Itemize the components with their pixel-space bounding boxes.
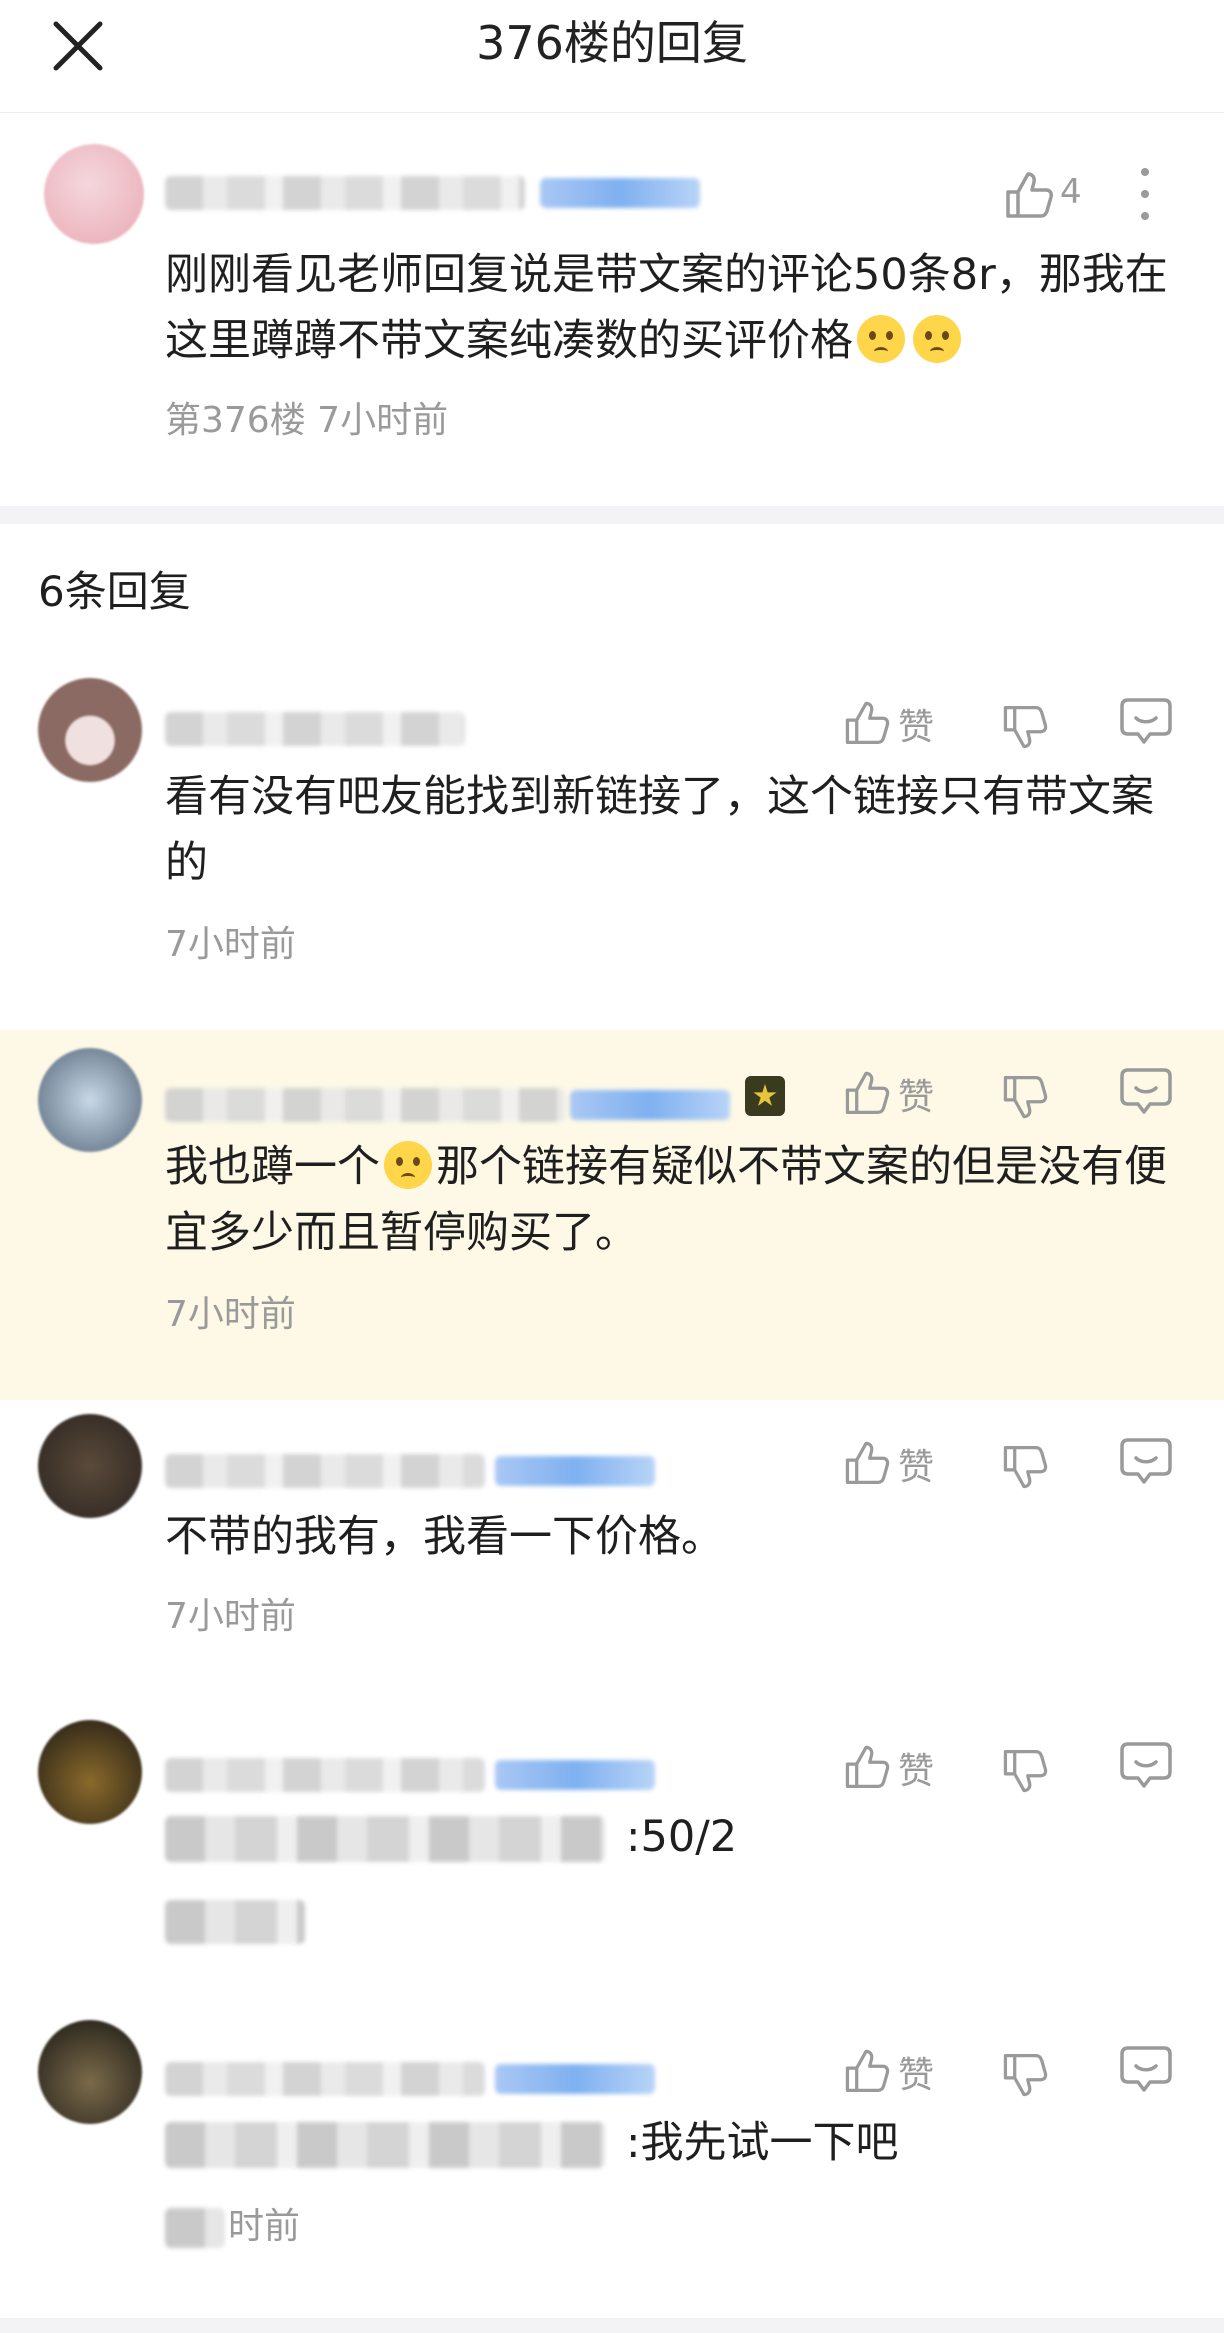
- avatar[interactable]: [38, 2020, 142, 2124]
- comment-reply-icon[interactable]: [1118, 1740, 1174, 1792]
- comment-reply-icon[interactable]: [1118, 1066, 1174, 1118]
- username-blurred[interactable]: [165, 2062, 485, 2096]
- reply-item-highlighted: 赞 我也蹲一个 那个链接有疑似不带文案的但是没有便宜多少而且暂停购买了。 7小时前: [0, 1030, 1224, 1400]
- comment-reply-icon[interactable]: [1118, 2044, 1174, 2096]
- reply-text: :50/2: [626, 1812, 738, 1862]
- top-bar: 376楼的回复: [0, 0, 1224, 113]
- thumbs-up-icon[interactable]: [840, 1436, 892, 1488]
- username-blurred[interactable]: [165, 176, 525, 210]
- like-count: 4: [1060, 172, 1082, 212]
- thumbs-down-icon[interactable]: [998, 1746, 1050, 1798]
- username-blurred[interactable]: [165, 1088, 565, 1122]
- main-comment-text: 刚刚看见老师回复说是带文案的评论50条8r，那我在这里蹲蹲不带文案纯凑数的买评价…: [165, 242, 1175, 374]
- like-label[interactable]: 赞: [898, 698, 934, 750]
- bottom-divider: [0, 2318, 1224, 2333]
- thumbs-down-icon[interactable]: [998, 1442, 1050, 1494]
- thumbs-up-icon[interactable]: [840, 1740, 892, 1792]
- user-badge: [570, 1090, 730, 1120]
- reply-item: 赞 :50/2: [0, 1700, 1224, 2006]
- like-label[interactable]: 赞: [898, 1438, 934, 1490]
- reply-time: 7小时前: [165, 1294, 296, 1335]
- reply-mention-blurred[interactable]: [165, 1816, 605, 1862]
- thumbs-down-icon[interactable]: [998, 1072, 1050, 1124]
- thumbs-up-icon[interactable]: [1000, 166, 1056, 222]
- reply-mention-blurred[interactable]: [165, 2122, 605, 2168]
- username-blurred[interactable]: [165, 1454, 485, 1488]
- user-badge: [495, 1760, 655, 1790]
- reply-text: :我先试一下吧: [626, 2118, 899, 2168]
- like-label[interactable]: 赞: [898, 2046, 934, 2098]
- user-badge: [495, 1456, 655, 1486]
- reply-text: 看有没有吧友能找到新链接了，这个链接只有带文案的: [165, 772, 1154, 888]
- main-comment: 4 刚刚看见老师回复说是带文案的评论50条8r，那我在这里蹲蹲不带文案纯凑数的买…: [0, 114, 1224, 506]
- main-comment-body: 刚刚看见老师回复说是带文案的评论50条8r，那我在这里蹲蹲不带文案纯凑数的买评价…: [165, 250, 1168, 366]
- comment-reply-icon[interactable]: [1118, 1436, 1174, 1488]
- reply-item: 赞 看有没有吧友能找到新链接了，这个链接只有带文案的 7小时前: [0, 660, 1224, 1030]
- like-label[interactable]: 赞: [898, 1742, 934, 1794]
- floor-number: 第376楼: [165, 400, 306, 441]
- avatar[interactable]: [38, 678, 142, 782]
- reply-text: 不带的我有，我看一下价格。: [165, 1512, 724, 1562]
- thumbs-up-icon[interactable]: [840, 696, 892, 748]
- section-divider: [0, 506, 1224, 524]
- worried-face-emoji: [857, 315, 905, 363]
- more-options-icon[interactable]: [1130, 164, 1160, 224]
- reply-time-blurred: [165, 2208, 225, 2248]
- reply-item: 赞 不带的我有，我看一下价格。 7小时前: [0, 1400, 1224, 1700]
- thumbs-up-icon[interactable]: [840, 2044, 892, 2096]
- username-blurred[interactable]: [165, 1758, 485, 1792]
- avatar[interactable]: [38, 1048, 142, 1152]
- reply-time: 7小时前: [165, 1596, 296, 1637]
- comment-reply-icon[interactable]: [1118, 696, 1174, 748]
- floor-time: 第376楼 7小时前: [165, 396, 448, 446]
- like-label[interactable]: 赞: [898, 1068, 934, 1120]
- worried-face-emoji: [913, 315, 961, 363]
- thumbs-down-icon[interactable]: [998, 2050, 1050, 2102]
- level-badge-icon: [745, 1076, 785, 1116]
- reply-text-part1: 我也蹲一个: [165, 1142, 380, 1192]
- reply-time: 7小时前: [165, 924, 296, 965]
- avatar[interactable]: [38, 1720, 142, 1824]
- thumbs-up-icon[interactable]: [840, 1066, 892, 1118]
- user-badge: [540, 178, 700, 208]
- reply-time: 时前: [228, 2206, 301, 2247]
- reply-text: 我也蹲一个 那个链接有疑似不带文案的但是没有便宜多少而且暂停购买了。: [165, 1134, 1175, 1266]
- username-blurred[interactable]: [165, 712, 465, 746]
- avatar[interactable]: [44, 144, 144, 244]
- user-badge: [495, 2064, 655, 2094]
- worried-face-emoji: [384, 1141, 432, 1189]
- avatar[interactable]: [38, 1414, 142, 1518]
- replies-count-title: 6条回复: [38, 567, 191, 616]
- page-title: 376楼的回复: [476, 16, 748, 70]
- reply-item: 赞 :我先试一下吧 时前: [0, 2006, 1224, 2318]
- reply-time-blurred: [165, 1900, 305, 1944]
- comment-time: 7小时前: [317, 400, 449, 441]
- thumbs-down-icon[interactable]: [998, 702, 1050, 754]
